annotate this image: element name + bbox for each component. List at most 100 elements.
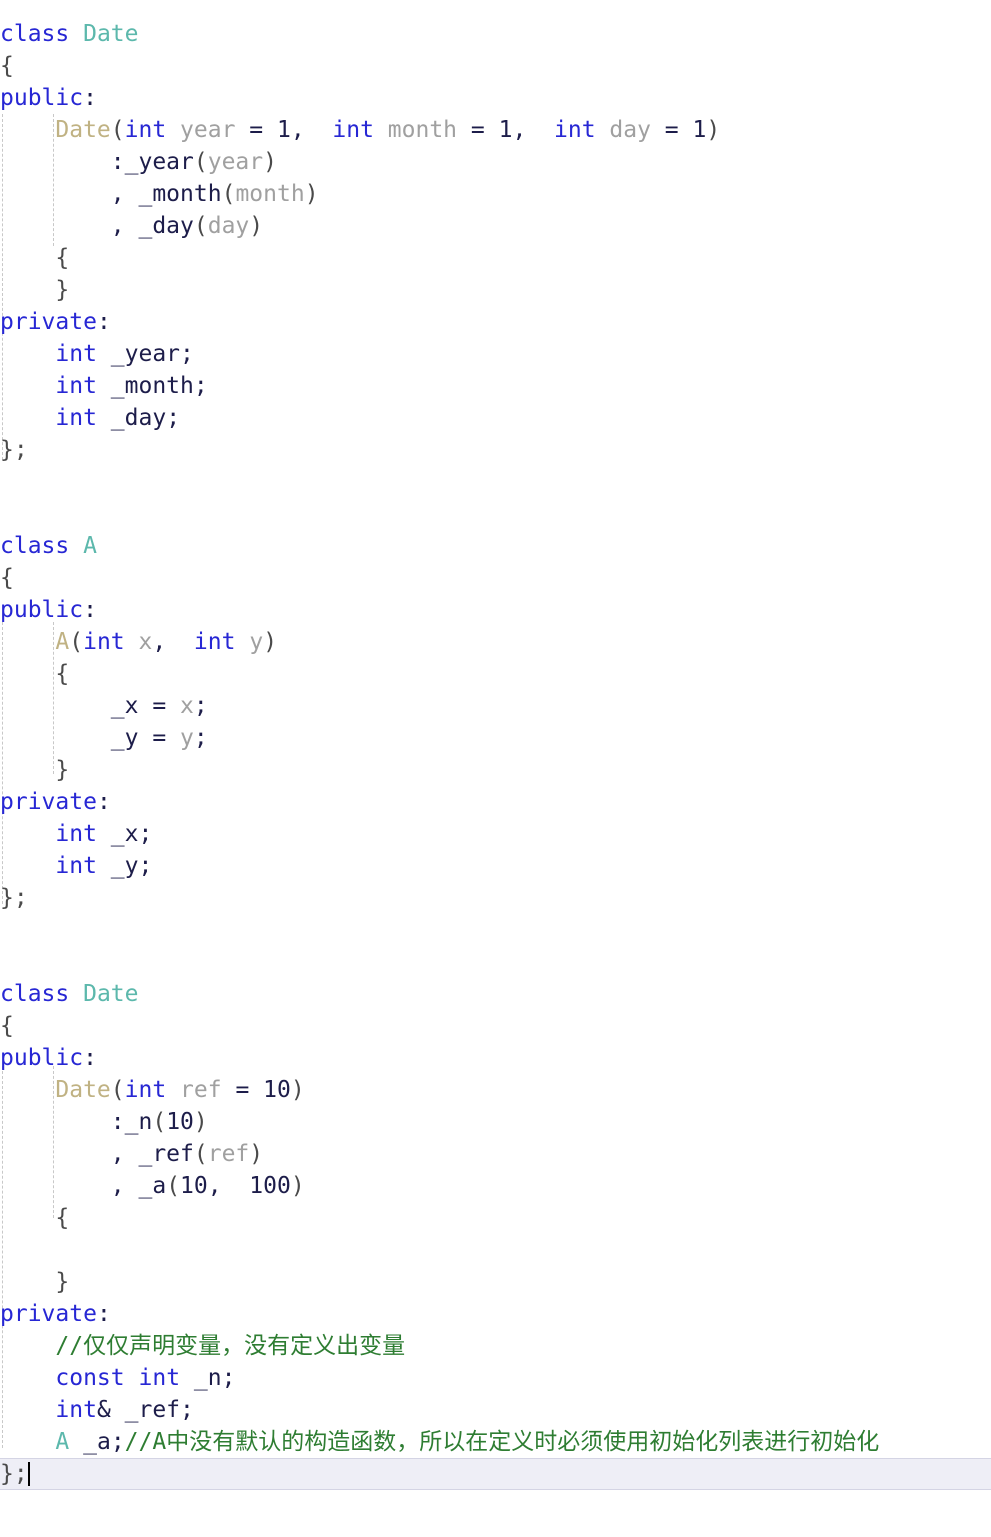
code-line[interactable]: class A xyxy=(0,530,991,562)
code-line[interactable]: A _a;//A中没有默认的构造函数，所以在定义时必须使用初始化列表进行初始化 xyxy=(0,1426,991,1458)
token-param: x xyxy=(138,629,153,655)
token-member: _month xyxy=(110,373,194,399)
token-kw: int xyxy=(124,117,167,143)
code-line[interactable] xyxy=(0,466,991,498)
code-line[interactable]: _x = x; xyxy=(0,690,991,722)
code-line[interactable]: }; xyxy=(0,1458,991,1490)
token-plain: = xyxy=(235,117,277,143)
code-line[interactable]: //仅仅声明变量，没有定义出变量 xyxy=(0,1330,991,1362)
token-kw: int xyxy=(193,629,236,655)
token-plain: : xyxy=(83,85,97,111)
code-line[interactable]: A(int x, int y) xyxy=(0,626,991,658)
token-func: Date xyxy=(55,1077,111,1103)
code-line[interactable] xyxy=(0,1234,991,1266)
token-kw: int xyxy=(138,1365,181,1391)
token-kw: class xyxy=(0,981,70,1007)
code-line[interactable]: , _ref(ref) xyxy=(0,1138,991,1170)
code-line[interactable] xyxy=(0,946,991,978)
code-line[interactable]: int& _ref; xyxy=(0,1394,991,1426)
token-member: _n xyxy=(124,1109,153,1135)
code-line[interactable]: int _x; xyxy=(0,818,991,850)
code-line[interactable]: { xyxy=(0,1202,991,1234)
code-line[interactable]: } xyxy=(0,754,991,786)
token-kw: int xyxy=(55,853,97,879)
token-cmt: //A中没有默认的构造函数，所以在定义时必须使用初始化列表进行初始化 xyxy=(124,1429,880,1455)
code-line[interactable]: :_year(year) xyxy=(0,146,991,178)
token-plain: : xyxy=(96,1301,111,1327)
code-line[interactable]: { xyxy=(0,50,991,82)
code-line[interactable]: Date(int year = 1, int month = 1, int da… xyxy=(0,114,991,146)
code-line[interactable]: private: xyxy=(0,786,991,818)
token-type: A xyxy=(55,1429,70,1455)
token-param: year xyxy=(180,117,236,143)
code-line[interactable]: } xyxy=(0,274,991,306)
code-line[interactable]: public: xyxy=(0,1042,991,1074)
code-line[interactable]: int _y; xyxy=(0,850,991,882)
code-line[interactable]: private: xyxy=(0,306,991,338)
code-line[interactable]: public: xyxy=(0,594,991,626)
token-kw: public xyxy=(0,1045,84,1071)
code-line[interactable]: int _year; xyxy=(0,338,991,370)
code-line[interactable]: { xyxy=(0,562,991,594)
code-line[interactable]: :_n(10) xyxy=(0,1106,991,1138)
token-plain: : xyxy=(0,149,125,175)
code-line[interactable]: } xyxy=(0,1266,991,1298)
code-line[interactable]: class Date xyxy=(0,978,991,1010)
token-member: _year xyxy=(110,341,181,367)
token-func: A xyxy=(55,629,70,655)
code-line[interactable]: int _day; xyxy=(0,402,991,434)
token-punct: } xyxy=(0,757,70,783)
token-plain: & xyxy=(96,1397,125,1423)
token-member: _year xyxy=(124,149,194,175)
token-param: ref xyxy=(207,1141,250,1167)
code-line[interactable]: int _month; xyxy=(0,370,991,402)
token-member: _y xyxy=(110,725,139,751)
text-cursor xyxy=(27,1462,30,1486)
token-plain: : xyxy=(0,1109,125,1135)
code-line[interactable] xyxy=(0,914,991,946)
token-param: x xyxy=(180,693,194,719)
code-content[interactable]: class Date{public: Date(int year = 1, in… xyxy=(0,18,991,1490)
code-line[interactable]: , _month(month) xyxy=(0,178,991,210)
token-member: _day xyxy=(138,213,194,239)
code-line[interactable]: _y = y; xyxy=(0,722,991,754)
code-line[interactable]: }; xyxy=(0,882,991,914)
code-line[interactable]: }; xyxy=(0,434,991,466)
code-line[interactable]: , _a(10, 100) xyxy=(0,1170,991,1202)
code-line[interactable]: { xyxy=(0,658,991,690)
token-num: 10 xyxy=(166,1109,194,1135)
token-member: _x xyxy=(110,693,139,719)
token-punct: }; xyxy=(0,885,28,911)
code-line[interactable]: public: xyxy=(0,82,991,114)
token-plain: = xyxy=(138,693,181,719)
token-plain: , xyxy=(0,1141,139,1167)
token-type: A xyxy=(83,533,97,559)
code-line[interactable] xyxy=(0,498,991,530)
token-num: 10 xyxy=(263,1077,291,1103)
code-editor[interactable]: class Date{public: Date(int year = 1, in… xyxy=(0,0,991,1537)
token-plain: , xyxy=(0,181,139,207)
token-kw: int xyxy=(55,405,97,431)
code-line[interactable]: private: xyxy=(0,1298,991,1330)
code-line[interactable]: { xyxy=(0,242,991,274)
code-line[interactable]: Date(int ref = 10) xyxy=(0,1074,991,1106)
code-line[interactable]: class Date xyxy=(0,18,991,50)
token-plain: ; xyxy=(110,1429,125,1455)
token-plain: : xyxy=(96,309,111,335)
token-punct: ) xyxy=(263,149,277,175)
token-punct: ) xyxy=(263,629,278,655)
code-line[interactable]: { xyxy=(0,1010,991,1042)
code-line[interactable]: , _day(day) xyxy=(0,210,991,242)
token-punct: ) xyxy=(290,1077,305,1103)
code-line[interactable]: const int _n; xyxy=(0,1362,991,1394)
